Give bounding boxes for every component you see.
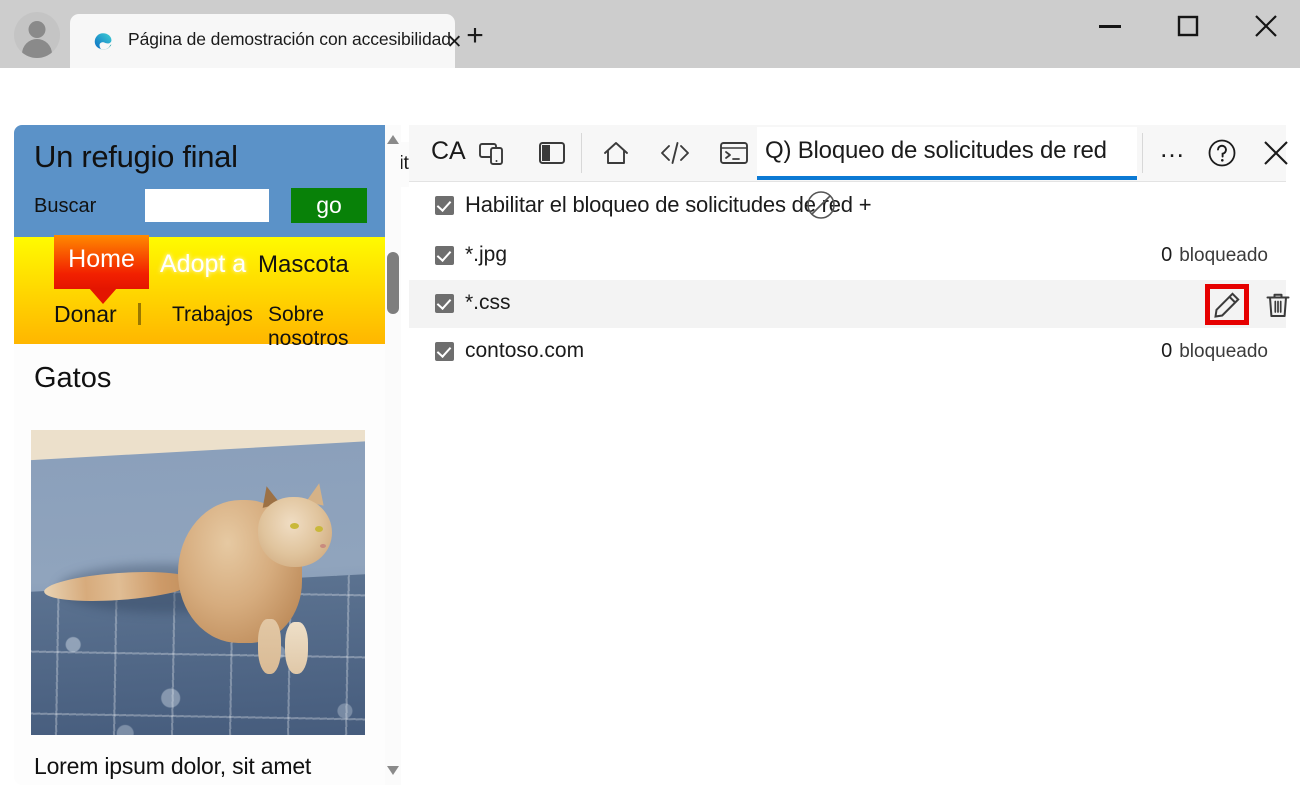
avatar-head — [28, 21, 46, 38]
devtools-ca-label: CA — [431, 137, 466, 165]
maximize-icon — [1177, 15, 1199, 37]
devtools-more-tools-button[interactable]: … — [1153, 135, 1193, 165]
row-checkbox[interactable] — [435, 294, 454, 313]
cat-eye-left — [289, 523, 299, 530]
row-pattern: *.jpg — [465, 243, 508, 266]
browser-window: Página de demostración con accesibilidad… — [0, 0, 1300, 790]
device-emulation-icon[interactable] — [478, 139, 508, 167]
page-viewport: Un refugio final Buscar go Home Adopt a … — [14, 125, 401, 785]
window-minimize-button[interactable] — [1087, 7, 1133, 45]
cat-eye-right — [314, 526, 323, 533]
tab-close-icon[interactable]: ✕ — [446, 33, 463, 52]
avatar-body — [22, 39, 52, 58]
devtools-active-tab[interactable]: Q) Bloqueo de solicitudes de red — [757, 127, 1137, 180]
close-icon — [1255, 15, 1277, 37]
edge-logo-icon — [94, 33, 112, 50]
content-area: Un refugio final Buscar go Home Adopt a … — [14, 125, 1290, 785]
toolbar-divider — [581, 133, 582, 173]
edit-pencil-icon[interactable] — [1213, 291, 1241, 319]
nav-text-cursor — [138, 303, 141, 325]
devtools-pane: CA Q) Bloqueo de solicitudes de red … Ha… — [409, 125, 1290, 785]
table-row[interactable]: contoso.com 0 bloqueado — [409, 328, 1286, 376]
toolbar-divider-2 — [1142, 133, 1143, 173]
nav-item-sobre-nosotros[interactable]: Sobre nosotros — [268, 303, 385, 351]
page-title: Un refugio final — [34, 139, 238, 174]
row-count: 0 bloqueado — [1161, 244, 1268, 267]
avatar[interactable] — [14, 12, 60, 58]
row-count-number: 0 — [1161, 244, 1173, 266]
page-nav: Home Adopt a Mascota Donar Trabajos Sobr… — [14, 235, 385, 350]
row-checkbox[interactable] — [435, 342, 454, 361]
trash-icon[interactable] — [1264, 291, 1292, 319]
active-tab-underline — [757, 176, 1137, 180]
nav-item-trabajos[interactable]: Trabajos — [172, 303, 253, 327]
code-icon[interactable] — [660, 139, 690, 167]
table-row[interactable]: *.jpg 0 bloqueado — [409, 232, 1286, 280]
row-count-label: bloqueado — [1179, 341, 1268, 362]
nav-item-home[interactable]: Home — [54, 235, 149, 289]
devtools-close-icon[interactable] — [1261, 138, 1291, 168]
nav-item-adopt[interactable]: Adopt a — [160, 250, 246, 279]
enable-blocking-checkbox[interactable] — [435, 196, 454, 215]
block-circle-slash-icon — [807, 191, 835, 219]
table-row[interactable]: *.css — [409, 280, 1290, 328]
search-input[interactable] — [145, 189, 269, 222]
nav-item-mascota[interactable]: Mascota — [258, 251, 349, 279]
minimize-icon — [1099, 24, 1121, 28]
browser-tab[interactable]: Página de demostración con accesibilidad… — [70, 14, 462, 68]
search-label: Buscar — [34, 195, 97, 217]
cat-photo — [31, 430, 365, 735]
row-pattern: *.css — [465, 291, 511, 314]
window-close-button[interactable] — [1243, 7, 1289, 45]
new-tab-button[interactable]: + — [462, 21, 488, 51]
row-count-label: bloqueado — [1179, 245, 1268, 266]
nav-item-donar[interactable]: Donar — [54, 301, 117, 328]
row-checkbox[interactable] — [435, 246, 454, 265]
dock-panel-icon[interactable] — [537, 139, 567, 167]
page-body-text: Lorem ipsum dolor, sit amet — [34, 753, 312, 779]
tab-title: Página de demostración con accesibilidad — [128, 29, 451, 49]
devtools-toolbar: CA Q) Bloqueo de solicitudes de red … — [409, 125, 1288, 182]
nav-item-home-label: Home — [68, 245, 135, 273]
scroll-up-arrow-icon[interactable] — [387, 135, 399, 144]
enable-blocking-row: Habilitar el bloqueo de solicitudes de r… — [409, 181, 1286, 233]
cat-head — [258, 497, 332, 568]
scroll-down-arrow-icon[interactable] — [387, 766, 399, 775]
row-count-number: 0 — [1161, 340, 1173, 362]
home-icon[interactable] — [601, 139, 631, 167]
page-heading-gatos: Gatos — [34, 362, 112, 394]
devtools-active-tab-label: Q) Bloqueo de solicitudes de red — [765, 137, 1107, 164]
go-button[interactable]: go — [291, 188, 367, 223]
cat-leg-front — [284, 622, 309, 674]
cat-leg-back — [258, 619, 282, 674]
console-icon[interactable] — [719, 139, 749, 167]
help-icon[interactable] — [1207, 138, 1237, 168]
row-count: 0 bloqueado — [1161, 340, 1268, 363]
title-bar: Página de demostración con accesibilidad… — [0, 0, 1300, 68]
page-header: Un refugio final Buscar go — [14, 125, 385, 237]
row-pattern: contoso.com — [465, 339, 585, 362]
page-scrollbar[interactable] — [385, 125, 401, 785]
window-maximize-button[interactable] — [1165, 7, 1211, 45]
address-bar: t) https://microsoftedge.github.io/Demos… — [0, 68, 1300, 187]
scrollbar-thumb[interactable] — [387, 252, 399, 314]
